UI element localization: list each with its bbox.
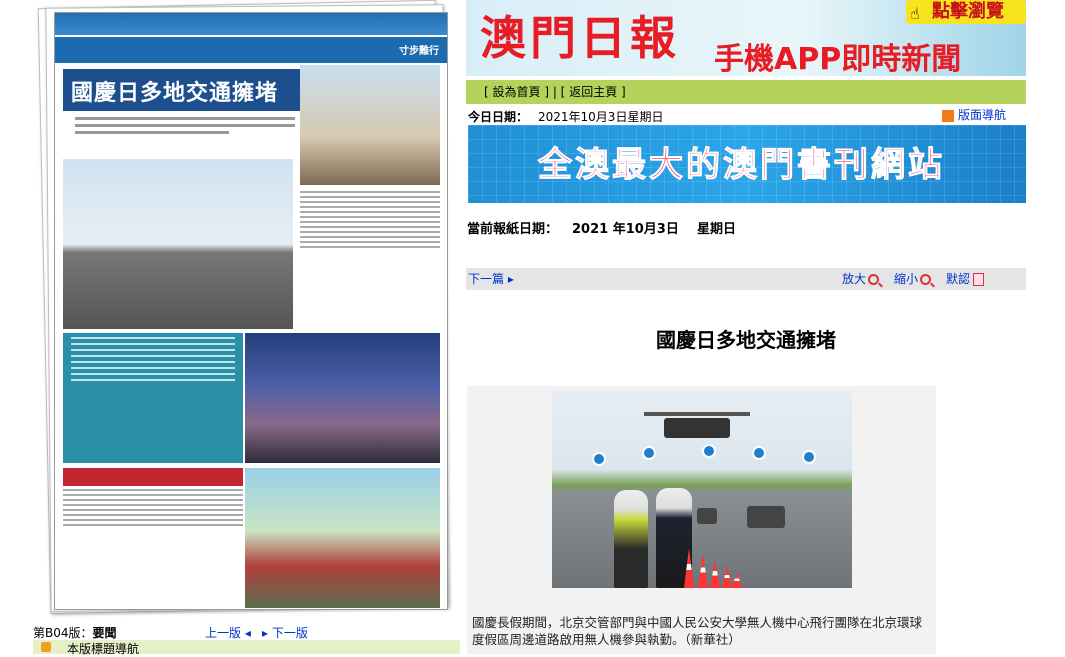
prev-page-link[interactable]: 上一版 ◂ bbox=[205, 624, 251, 641]
next-article-label: 下一篇 bbox=[468, 272, 505, 286]
newspaper-page-thumbnail[interactable]: 寸步難行 國慶日多地交通擁堵 bbox=[54, 12, 448, 610]
nav-bracket-close: ] bbox=[617, 85, 626, 99]
back-home-link[interactable]: 返回主頁 bbox=[569, 85, 617, 99]
paper-article-columns[interactable] bbox=[300, 191, 440, 331]
arrow-right-icon: ▸ bbox=[262, 626, 269, 640]
bookstore-ad-banner[interactable]: 全澳最大的澳門書刊網站 bbox=[468, 125, 1026, 203]
traffic-cone bbox=[722, 566, 732, 588]
paper-market-article[interactable] bbox=[63, 489, 243, 609]
nav-bracket-open: [ bbox=[484, 85, 493, 99]
paper-section-tag: 寸步難行 bbox=[399, 46, 439, 57]
officer-left bbox=[614, 490, 648, 588]
paper-drone-photo[interactable] bbox=[63, 159, 293, 329]
zoom-in-icon bbox=[868, 274, 880, 285]
traffic-cone bbox=[698, 554, 708, 588]
road-sign bbox=[592, 452, 606, 466]
banner-click-label: 點擊瀏覽 bbox=[932, 1, 1004, 22]
drone bbox=[664, 418, 730, 438]
car bbox=[747, 506, 785, 528]
page-name: 要聞 bbox=[92, 626, 117, 640]
zoom-default-label: 默認 bbox=[946, 272, 971, 286]
zoom-out-label: 縮小 bbox=[894, 272, 919, 286]
road-sign bbox=[642, 446, 656, 460]
road-sign bbox=[702, 444, 716, 458]
road-sign bbox=[752, 446, 766, 460]
traffic-cone bbox=[732, 572, 742, 588]
ad-text: 全澳最大的澳門書刊網站 bbox=[538, 145, 945, 186]
drone-arm bbox=[644, 412, 750, 416]
prev-page-label: 上一版 bbox=[205, 626, 242, 640]
road-sign bbox=[802, 450, 816, 464]
arrow-square-icon bbox=[942, 109, 954, 122]
banner-click-button[interactable]: ☝ 點擊瀏覽 bbox=[906, 0, 1026, 24]
current-weekday: 星期日 bbox=[697, 222, 737, 237]
hand-pointer-icon: ☝ bbox=[910, 4, 920, 23]
next-article-link[interactable]: 下一篇 ▸ bbox=[468, 268, 514, 290]
paper-market-headline[interactable] bbox=[63, 468, 243, 486]
traffic-cone bbox=[710, 560, 720, 588]
paper-intro-text bbox=[75, 117, 295, 157]
set-home-link[interactable]: 設為首頁 bbox=[493, 85, 541, 99]
article-photo[interactable] bbox=[552, 390, 852, 588]
zoom-out-icon bbox=[920, 274, 932, 285]
page-number: 第B04版： bbox=[33, 626, 93, 640]
layout-nav-link[interactable]: 版面導航 bbox=[942, 106, 1006, 123]
zoom-out-button[interactable]: 縮小 bbox=[894, 268, 932, 290]
next-page-link[interactable]: ▸ 下一版 bbox=[262, 624, 308, 641]
arrow-left-icon: ◂ bbox=[244, 626, 251, 640]
today-label: 今日日期： bbox=[468, 110, 529, 124]
zoom-in-label: 放大 bbox=[842, 272, 867, 286]
layout-nav-label: 版面導航 bbox=[958, 108, 1007, 122]
banner-app-text: 手機APP即時新聞 bbox=[714, 42, 962, 76]
paper-masthead-bar bbox=[55, 13, 447, 35]
paper-greatwall-photo[interactable] bbox=[300, 65, 440, 185]
paper-dance-photo[interactable] bbox=[245, 468, 440, 608]
zoom-default-button[interactable]: 默認 bbox=[946, 268, 985, 290]
today-value: 2021年10月3日星期日 bbox=[538, 110, 664, 124]
current-date-label: 當前報紙日期： bbox=[467, 222, 559, 237]
page-label: 第B04版：要聞 bbox=[33, 624, 117, 641]
app-banner[interactable]: 澳門日報 手機APP即時新聞 ☝ 點擊瀏覽 bbox=[466, 0, 1026, 76]
next-page-label: 下一版 bbox=[271, 626, 308, 640]
arrow-right-icon: ▸ bbox=[507, 272, 514, 286]
paper-night-crowd-photo[interactable] bbox=[245, 333, 440, 463]
paper-section-bar: 寸步難行 bbox=[55, 37, 447, 63]
nav-separator: ] | [ bbox=[540, 85, 570, 99]
current-date-value: 2021 年10月3日 bbox=[572, 222, 679, 237]
top-nav-bar: [ 設為首頁 ] | [ 返回主頁 ] bbox=[466, 80, 1026, 104]
banner-logo: 澳門日報 bbox=[480, 11, 680, 65]
headlines-nav-bar[interactable]: 本版標題導航 bbox=[33, 640, 460, 656]
article-title: 國慶日多地交通擁堵 bbox=[656, 328, 836, 352]
paper-teal-article[interactable] bbox=[63, 333, 243, 463]
document-icon bbox=[973, 273, 985, 286]
nav-bullet-icon bbox=[41, 642, 51, 652]
article-toolbar: 下一篇 ▸ 放大 縮小 默認 bbox=[466, 268, 1026, 290]
article-caption: 國慶長假期間，北京交管部門與中國人民公安大學無人機中心飛行團隊在北京環球度假區周… bbox=[472, 615, 923, 647]
zoom-in-button[interactable]: 放大 bbox=[842, 268, 880, 290]
paper-headline[interactable]: 國慶日多地交通擁堵 bbox=[63, 69, 303, 111]
car bbox=[697, 508, 717, 524]
